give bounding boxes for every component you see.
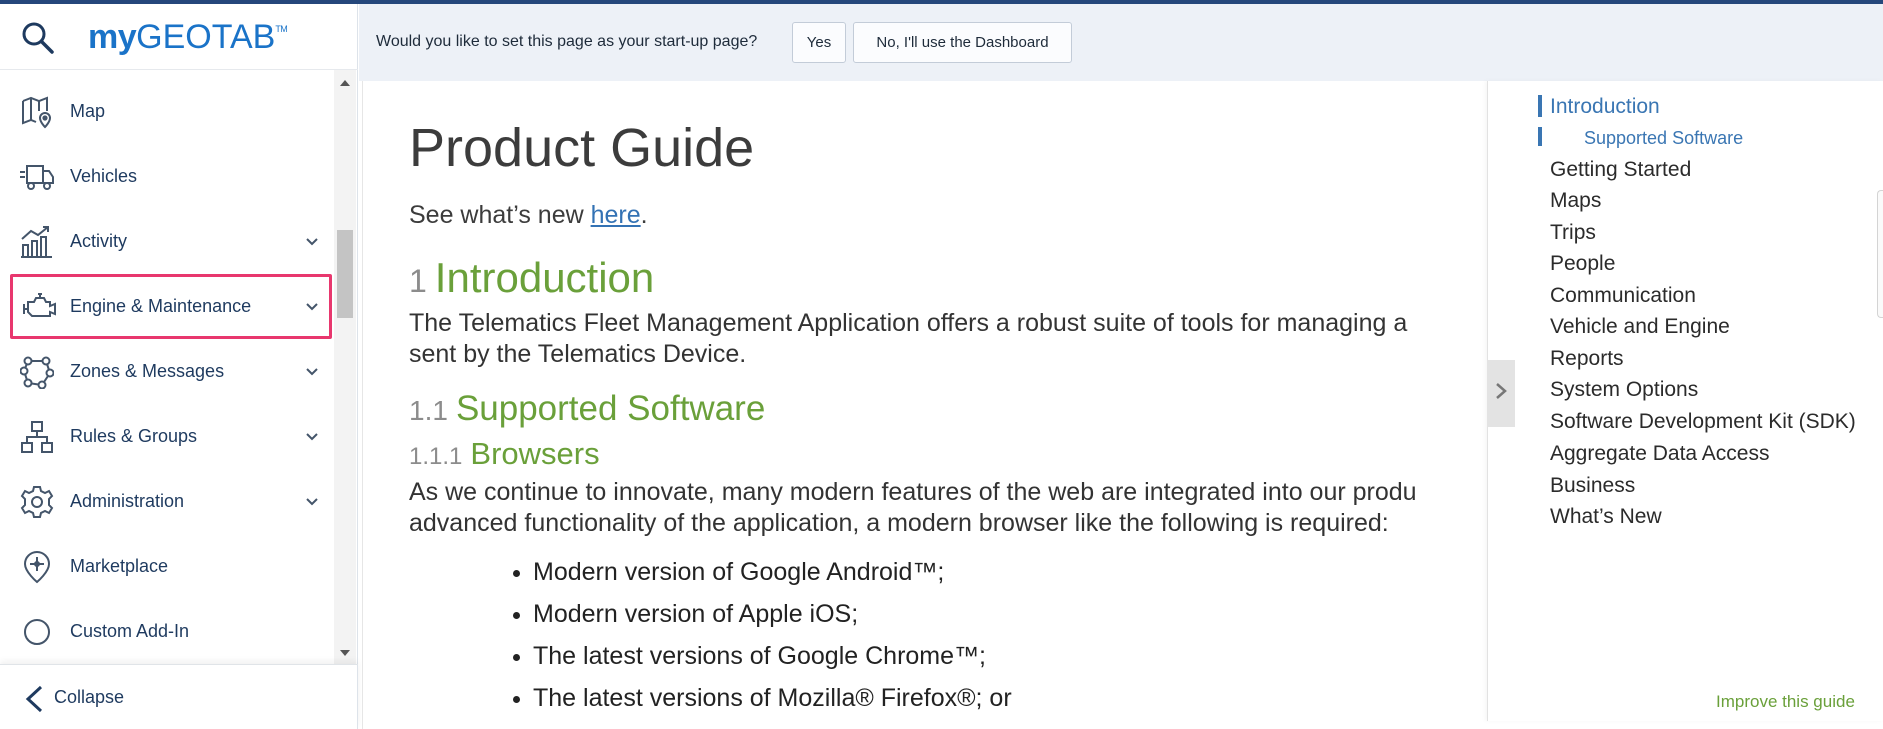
startup-page-banner: Would you like to set this page as your … [359,4,1883,81]
sidebar-item-label: Engine & Maintenance [70,296,252,316]
sidebar-nav: Map Vehicles Activity Engine & Maintenan… [0,70,334,664]
chevron-down-icon [304,364,320,380]
circle-icon [18,613,56,651]
heading-browsers: 1.1.1 Browsers [409,436,600,472]
chevron-down-icon [304,299,320,315]
sidebar-item-engine-maintenance[interactable]: Engine & Maintenance [10,274,332,339]
sidebar-item-label: Marketplace [70,556,169,576]
intro-paragraph: The Telematics Fleet Management Applicat… [409,308,1486,370]
banner-question: Would you like to set this page as your … [376,33,758,50]
improve-guide-link[interactable]: Improve this guide [1716,692,1855,712]
toc-item-sdk[interactable]: Software Development Kit (SDK) [1550,410,1856,434]
list-item: Modern version of Apple iOS; [513,593,1012,635]
toc-toggle-button[interactable] [1487,360,1515,427]
sidebar-item-vehicles[interactable]: Vehicles [0,144,334,209]
paragraph-line: sent by the Telematics Device. [409,340,747,368]
toc-item-aggregate-data-access[interactable]: Aggregate Data Access [1550,442,1769,466]
hierarchy-icon [18,418,56,456]
table-of-contents-panel: Introduction Supported Software Getting … [1487,81,1883,721]
sidebar-item-administration[interactable]: Administration [0,469,334,534]
scroll-up-arrow-icon[interactable] [339,76,351,88]
sidebar-item-custom-add-in[interactable]: Custom Add-In [0,599,334,664]
browsers-paragraph: As we continue to innovate, many modern … [409,477,1486,539]
chevron-down-icon [304,494,320,510]
scroll-down-arrow-icon[interactable] [339,646,351,658]
sidebar-item-label: Custom Add-In [70,621,190,641]
sidebar-item-label: Rules & Groups [70,426,198,446]
section-title: Introduction [434,254,655,301]
mygeotab-logo[interactable]: myGEOTABTM [88,18,288,57]
toc-item-people[interactable]: People [1550,252,1615,276]
chevron-right-icon [1494,381,1508,406]
paragraph-line: advanced functionality of the applicatio… [409,509,1389,537]
toc-item-vehicle-and-engine[interactable]: Vehicle and Engine [1550,315,1730,339]
toc-item-communication[interactable]: Communication [1550,284,1696,308]
chevron-down-icon [304,429,320,445]
brand-header: myGEOTABTM [0,4,358,70]
sidebar-item-label: Map [70,101,106,121]
sidebar-item-map[interactable]: Map [0,79,334,144]
list-item: Apple Safari iOS 1.0 [533,719,1012,729]
whats-new-line: See what’s new here. [409,201,648,230]
heading-supported-software: 1.1 Supported Software [409,389,765,429]
zones-icon [18,353,56,391]
toc-item-whats-new[interactable]: What’s New [1550,505,1662,529]
page-title: Product Guide [409,118,755,178]
paragraph-line: The Telematics Fleet Management Applicat… [409,309,1408,337]
sidebar-item-label: Activity [70,231,128,251]
chevron-down-icon [304,234,320,250]
map-icon [18,93,56,131]
side-panel-handle[interactable] [1877,190,1883,318]
toc-item-maps[interactable]: Maps [1550,189,1601,213]
section-title: Browsers [470,436,600,471]
sidebar-item-marketplace[interactable]: Marketplace [0,534,334,599]
truck-icon [18,158,56,196]
toc-item-reports[interactable]: Reports [1550,347,1624,371]
sidebar: myGEOTABTM Map Vehicles Activity Engine … [0,4,358,729]
sidebar-item-zones-messages[interactable]: Zones & Messages [0,339,334,404]
sidebar-item-label: Zones & Messages [70,361,225,381]
browser-list: Modern version of Google Android™; Moder… [513,551,1012,729]
sidebar-item-rules-groups[interactable]: Rules & Groups [0,404,334,469]
section-number: 1.1 [409,395,448,426]
sidebar-item-label: Administration [70,491,185,511]
list-item: The latest versions of Mozilla® Firefox®… [513,677,1012,719]
whats-new-suffix: . [640,201,648,229]
toc-item-introduction[interactable]: Introduction [1550,95,1660,119]
toc-active-indicator [1538,95,1542,117]
sidebar-item-label: Vehicles [70,166,138,186]
activity-chart-icon [18,223,56,261]
gear-icon [18,483,56,521]
use-dashboard-button[interactable]: No, I'll use the Dashboard [853,22,1072,63]
toc-item-system-options[interactable]: System Options [1550,378,1698,402]
toc-item-business[interactable]: Business [1550,474,1635,498]
toc-item-supported-software[interactable]: Supported Software [1584,128,1743,149]
collapse-label: Collapse [54,687,125,707]
scrollbar-thumb[interactable] [337,230,353,318]
sidebar-item-activity[interactable]: Activity [0,209,334,274]
collapse-button[interactable]: Collapse [0,664,358,729]
list-item: Modern version of Google Android™; [513,551,1012,593]
toc-item-getting-started[interactable]: Getting Started [1550,158,1691,182]
product-guide-document: Product Guide See what’s new here. 1 Intr… [362,81,1486,729]
list-item: The latest versions of Google Chrome™; [513,635,1012,677]
toc-item-trips[interactable]: Trips [1550,221,1596,245]
search-icon[interactable] [20,20,56,56]
whats-new-prefix: See what’s new [409,201,591,229]
sidebar-scrollbar[interactable] [334,70,356,664]
chevron-left-icon [24,685,44,713]
yes-button[interactable]: Yes [792,22,846,63]
section-number: 1 [409,263,427,299]
section-title: Supported Software [455,389,766,428]
engine-icon [21,288,59,326]
whats-new-link[interactable]: here [591,201,641,229]
marketplace-pin-icon [18,548,56,586]
paragraph-line: As we continue to innovate, many modern … [409,478,1417,506]
toc-active-indicator [1538,127,1542,146]
heading-introduction: 1 Introduction [409,254,654,302]
section-number: 1.1.1 [409,443,463,470]
